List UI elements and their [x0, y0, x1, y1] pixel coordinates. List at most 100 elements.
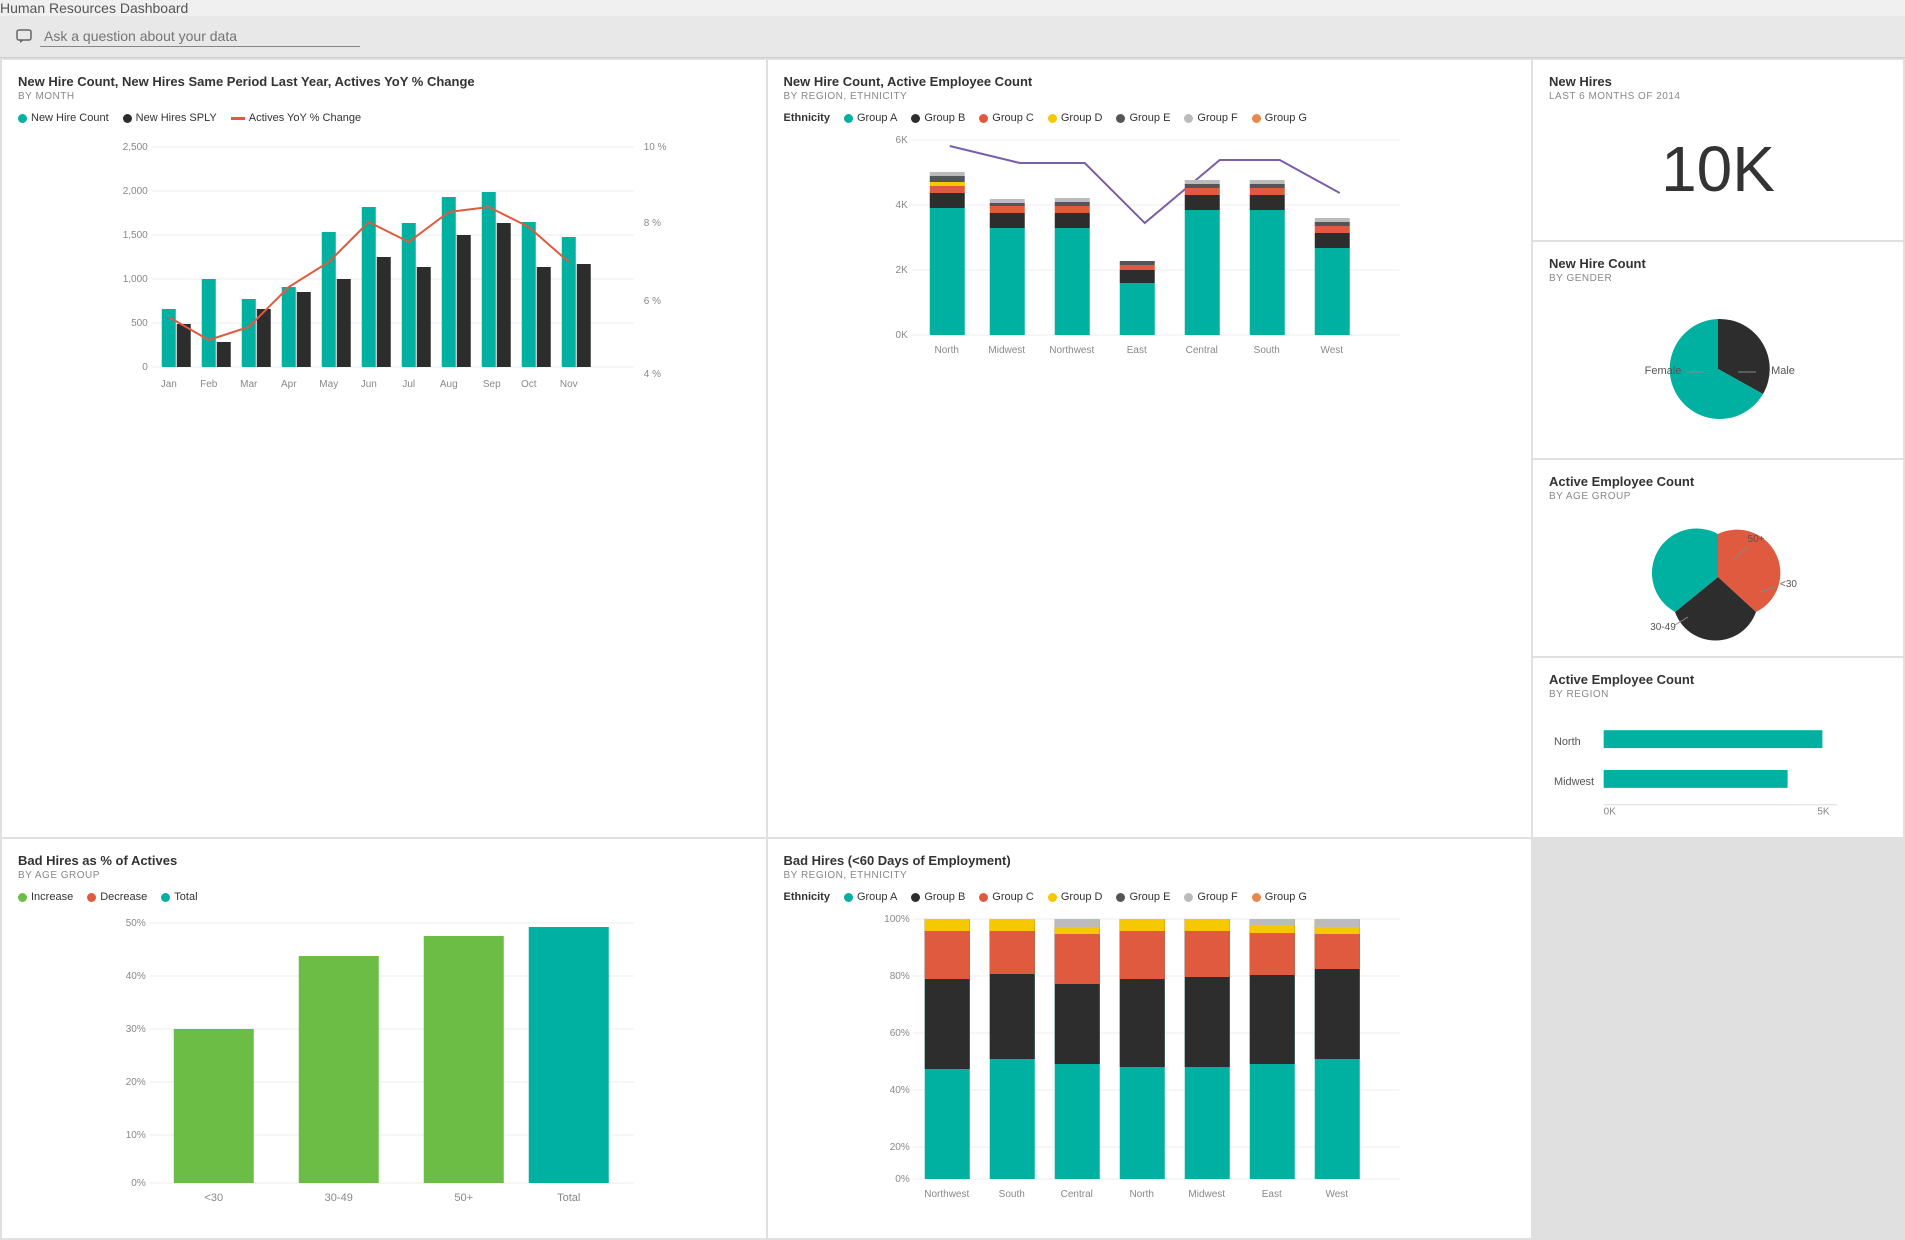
- svg-text:Northwest: Northwest: [924, 1189, 969, 1200]
- groupF-dot: [1184, 114, 1193, 123]
- legend-item: Group G: [1252, 891, 1307, 903]
- legend-item: Group C: [979, 112, 1034, 124]
- donut-chart: 50+ <30 30-49: [1608, 512, 1828, 642]
- svg-text:40%: 40%: [126, 971, 146, 982]
- svg-text:<30: <30: [204, 1192, 223, 1204]
- svg-text:40%: 40%: [889, 1085, 909, 1096]
- legend-item: Group B: [911, 112, 965, 124]
- svg-text:2,500: 2,500: [123, 142, 148, 153]
- svg-text:<30: <30: [1780, 579, 1797, 590]
- svg-text:8 %: 8 %: [644, 218, 661, 229]
- svg-text:West: West: [1320, 345, 1343, 356]
- card-title: Bad Hires (<60 Days of Employment): [784, 853, 1516, 868]
- card-title: New Hire Count, New Hires Same Period La…: [18, 74, 750, 89]
- red-line: [231, 117, 245, 120]
- new-hire-count-card: New Hire Count, New Hires Same Period La…: [2, 60, 766, 837]
- card-subtitle: LAST 6 MONTHS OF 2014: [1549, 91, 1887, 102]
- svg-text:80%: 80%: [889, 971, 909, 982]
- horizontal-bar-chart: North Midwest 0K 5K: [1549, 710, 1887, 820]
- card-title: New Hire Count, Active Employee Count: [784, 74, 1516, 89]
- svg-text:0%: 0%: [131, 1178, 146, 1189]
- grouped-bar-chart: 50% 40% 30% 20% 10% 0% <30 30-49 50+: [18, 911, 750, 1221]
- bad-hires-60-card: Bad Hires (<60 Days of Employment) BY RE…: [768, 839, 1532, 1238]
- groupB-dot: [911, 114, 920, 123]
- legend-item: New Hires SPLY: [123, 112, 217, 124]
- svg-text:Male: Male: [1771, 365, 1795, 377]
- total-label: Total: [174, 891, 197, 903]
- svg-text:6 %: 6 %: [644, 296, 661, 307]
- svg-text:East: East: [1261, 1189, 1281, 1200]
- svg-text:Midwest: Midwest: [1554, 776, 1594, 788]
- new-hire-region-card: New Hire Count, Active Employee Count BY…: [768, 60, 1532, 837]
- teal-dot: [18, 114, 27, 123]
- legend-item: Group F: [1184, 112, 1237, 124]
- legend-item: Actives YoY % Change: [231, 112, 361, 124]
- svg-text:Nov: Nov: [560, 379, 578, 390]
- svg-text:0%: 0%: [895, 1174, 910, 1185]
- groupG-dot: [1252, 114, 1261, 123]
- card-title: Active Employee Count: [1549, 474, 1887, 489]
- card-subtitle: BY REGION, ETHNICITY: [784, 91, 1516, 102]
- svg-text:Feb: Feb: [200, 379, 218, 390]
- card-title: New Hire Count: [1549, 256, 1887, 271]
- svg-text:0: 0: [142, 362, 148, 373]
- legend-item: Group C: [979, 891, 1034, 903]
- new-hires-10k-card: New Hires LAST 6 MONTHS OF 2014 10K: [1533, 60, 1903, 240]
- svg-text:Northwest: Northwest: [1049, 345, 1094, 356]
- card-subtitle: BY REGION, ETHNICITY: [784, 870, 1516, 881]
- legend-item: Group F: [1184, 891, 1237, 903]
- svg-text:Apr: Apr: [281, 379, 297, 390]
- legend-label: Group F: [1197, 112, 1237, 124]
- legend-label: New Hires SPLY: [136, 112, 217, 124]
- stacked-bar-chart: 6K 4K 2K 0K: [784, 128, 1516, 428]
- top-bar: Human Resources Dashboard: [0, 0, 1905, 16]
- dark-dot: [123, 114, 132, 123]
- age-chart: 50+ <30 30-49: [1549, 512, 1887, 642]
- card-subtitle: BY GENDER: [1549, 273, 1887, 284]
- right-column: New Hires LAST 6 MONTHS OF 2014 10K New …: [1533, 60, 1903, 837]
- svg-text:100%: 100%: [884, 914, 910, 925]
- dashboard: New Hire Count, New Hires Same Period La…: [0, 58, 1905, 1240]
- increase-label: Increase: [31, 891, 73, 903]
- bad-hires-pct-card: Bad Hires as % of Actives BY AGE GROUP I…: [2, 839, 766, 1238]
- card-subtitle: BY MONTH: [18, 91, 750, 102]
- legend-item-decrease: Decrease: [87, 891, 147, 903]
- svg-text:20%: 20%: [126, 1077, 146, 1088]
- svg-text:South: South: [1253, 345, 1279, 356]
- ask-bar[interactable]: [0, 16, 1905, 58]
- legend-label: New Hire Count: [31, 112, 109, 124]
- svg-text:West: West: [1325, 1189, 1348, 1200]
- svg-text:East: East: [1126, 345, 1146, 356]
- card-title: Bad Hires as % of Actives: [18, 853, 750, 868]
- stacked-pct-chart: 100% 80% 60% 40% 20% 0%: [784, 907, 1516, 1217]
- card-subtitle: BY AGE GROUP: [1549, 491, 1887, 502]
- chat-icon: [16, 29, 32, 45]
- groupC-dot: [979, 114, 988, 123]
- svg-text:500: 500: [131, 318, 148, 329]
- svg-text:Mar: Mar: [240, 379, 258, 390]
- legend-label: Group B: [924, 112, 965, 124]
- groupD-dot: [1048, 114, 1057, 123]
- groupA-dot: [844, 114, 853, 123]
- svg-text:Midwest: Midwest: [988, 345, 1025, 356]
- big-number: 10K: [1549, 112, 1887, 226]
- svg-text:0K: 0K: [895, 330, 908, 341]
- svg-text:4 %: 4 %: [644, 369, 661, 380]
- svg-text:30%: 30%: [126, 1024, 146, 1035]
- total-dot: [161, 893, 170, 902]
- svg-text:Central: Central: [1060, 1189, 1092, 1200]
- svg-text:1,500: 1,500: [123, 230, 148, 241]
- svg-text:Total: Total: [557, 1192, 580, 1204]
- legend-label: Group G: [1265, 112, 1307, 124]
- svg-text:North: North: [1129, 1189, 1153, 1200]
- svg-text:Jan: Jan: [161, 379, 177, 390]
- legend: New Hire Count New Hires SPLY Actives Yo…: [18, 112, 750, 124]
- svg-text:2,000: 2,000: [123, 186, 148, 197]
- svg-text:North: North: [1554, 736, 1581, 748]
- app-title: Human Resources Dashboard: [0, 0, 188, 16]
- ask-input[interactable]: [40, 26, 360, 47]
- svg-text:20%: 20%: [889, 1142, 909, 1153]
- card-title: Active Employee Count: [1549, 672, 1887, 687]
- ethnicity-legend2: Ethnicity Group A Group B Group C Group …: [784, 891, 1516, 903]
- legend-label: Actives YoY % Change: [249, 112, 361, 124]
